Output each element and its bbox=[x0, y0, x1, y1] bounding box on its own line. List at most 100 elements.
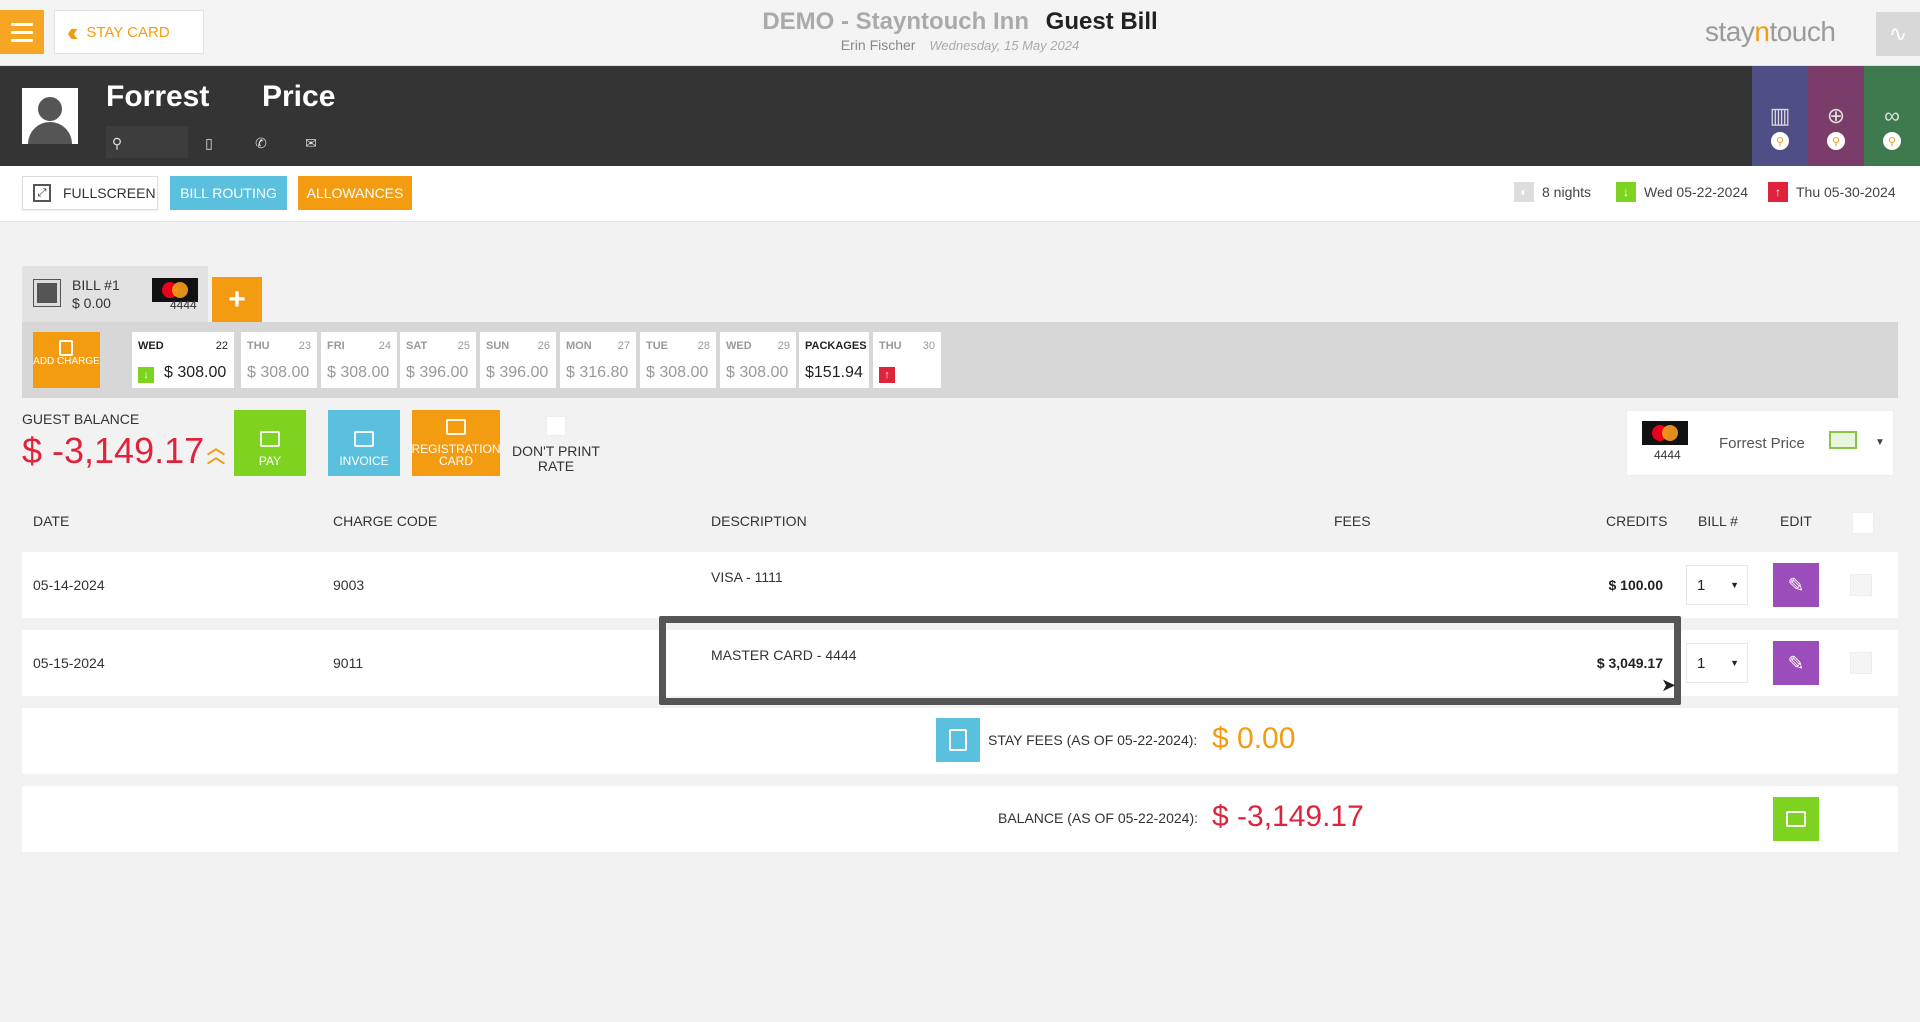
day-number: 25 bbox=[457, 340, 470, 352]
day-number: 26 bbox=[537, 340, 550, 352]
row-description: VISA - 1111 bbox=[711, 569, 783, 585]
mobile-icon[interactable]: ▯ bbox=[198, 132, 220, 154]
edit-button[interactable]: ✎ bbox=[1773, 641, 1819, 685]
chevron-down-icon: ▼ bbox=[1730, 658, 1739, 668]
card-icon bbox=[446, 419, 466, 435]
mouse-cursor-icon: ➤ bbox=[1661, 675, 1677, 695]
user-date-line: Erin Fischer Wednesday, 15 May 2024 bbox=[0, 37, 1920, 53]
day-tue-28[interactable]: TUE 28 $ 308.00 bbox=[640, 332, 716, 388]
col-edit: EDIT bbox=[1780, 513, 1812, 529]
day-mon-27[interactable]: MON 27 $ 316.80 bbox=[560, 332, 636, 388]
pencil-icon: ✎ bbox=[1787, 574, 1805, 597]
day-number: 27 bbox=[617, 340, 630, 352]
day-amount: $ 308.00 bbox=[327, 364, 390, 381]
day-name: THU bbox=[247, 340, 270, 352]
receipt-icon[interactable] bbox=[936, 718, 980, 762]
day-amount: $ 396.00 bbox=[406, 364, 469, 381]
user-name: Erin Fischer bbox=[840, 37, 916, 53]
calculator-icon bbox=[59, 340, 73, 356]
stay-fees-value: $ 0.00 bbox=[1212, 722, 1296, 755]
day-name: WED bbox=[138, 340, 164, 352]
payment-method-select[interactable]: 4444 Forrest Price ▼ bbox=[1626, 410, 1894, 476]
guest-balance-label: GUEST BALANCE bbox=[22, 411, 140, 427]
day-number: 29 bbox=[777, 340, 790, 352]
fullscreen-button[interactable]: ⤢ FULLSCREEN bbox=[22, 176, 158, 210]
brand-logo: stayntouch bbox=[1705, 16, 1836, 47]
pay-button[interactable]: PAY bbox=[234, 410, 306, 476]
allowances-button[interactable]: ALLOWANCES bbox=[298, 176, 412, 210]
mastercard-icon bbox=[1642, 421, 1688, 445]
guest-balance-value: $ -3,149.17 bbox=[22, 430, 205, 471]
chevron-down-icon: ▼ bbox=[1875, 437, 1885, 448]
select-all-checkbox[interactable] bbox=[1852, 512, 1874, 534]
day-name: MON bbox=[566, 340, 592, 352]
add-charge-button[interactable]: ADD CHARGE bbox=[33, 332, 100, 388]
payment-card-holder: Forrest Price bbox=[1719, 435, 1805, 452]
activity-button[interactable]: ∿ bbox=[1876, 12, 1920, 56]
pencil-icon: ✎ bbox=[1787, 652, 1805, 675]
day-thu-23[interactable]: THU 23 $ 308.00 bbox=[241, 332, 317, 388]
departure-arrow-icon: ↑ bbox=[879, 367, 895, 383]
search-icon: ⚲ bbox=[1883, 132, 1901, 150]
day-amount: $ 308.00 bbox=[247, 364, 310, 381]
card-last4: 4444 bbox=[170, 298, 197, 312]
search-icon: ⚲ bbox=[1771, 132, 1789, 150]
email-icon[interactable]: ✉ bbox=[300, 132, 322, 154]
day-amount: $ 396.00 bbox=[486, 364, 549, 381]
day-wed-29[interactable]: WED 29 $ 308.00 bbox=[720, 332, 796, 388]
balance-label: BALANCE (AS OF 05-22-2024): bbox=[998, 810, 1198, 826]
col-date: DATE bbox=[33, 513, 70, 529]
guest-last-name: Price bbox=[262, 80, 336, 113]
day-amount: $ 308.00 bbox=[164, 364, 227, 381]
tile-rewards[interactable]: ∞ ⚲ bbox=[1864, 66, 1920, 166]
stay-fees-label: STAY FEES (AS OF 05-22-2024): bbox=[988, 732, 1198, 748]
location-pin-icon[interactable]: ⚲ bbox=[106, 132, 128, 154]
globe-icon: ⊕ bbox=[1826, 103, 1846, 128]
registration-card-button[interactable]: REGISTRATION CARD bbox=[411, 410, 501, 476]
dont-print-rate-checkbox[interactable] bbox=[546, 416, 566, 436]
day-packages[interactable]: PACKAGES $151.94 bbox=[799, 332, 869, 388]
rings-icon: ∞ bbox=[1884, 103, 1900, 128]
day-name: TUE bbox=[646, 340, 668, 352]
day-thu-30[interactable]: THU 30 ↑ bbox=[873, 332, 941, 388]
day-sun-26[interactable]: SUN 26 $ 396.00 bbox=[480, 332, 556, 388]
arrival-date: ↓ Wed 05-22-2024 bbox=[1616, 182, 1748, 202]
invoice-button[interactable]: INVOICE bbox=[328, 410, 400, 476]
bill-number-select[interactable]: 1 ▼ bbox=[1686, 643, 1748, 683]
bill-tab-amount: $ 0.00 bbox=[72, 295, 111, 311]
day-sat-25[interactable]: SAT 25 $ 396.00 bbox=[400, 332, 476, 388]
guest-first-name: Forrest bbox=[106, 80, 210, 113]
col-charge-code: CHARGE CODE bbox=[333, 513, 438, 529]
day-name: SUN bbox=[486, 340, 510, 352]
bill-routing-button[interactable]: BILL ROUTING bbox=[170, 176, 287, 210]
expand-icon: ⤢ bbox=[33, 184, 51, 202]
edit-button[interactable]: ✎ bbox=[1773, 563, 1819, 607]
row-checkbox[interactable] bbox=[1850, 652, 1872, 674]
day-fri-24[interactable]: FRI 24 $ 308.00 bbox=[321, 332, 397, 388]
bill-number-select[interactable]: 1 ▼ bbox=[1686, 565, 1748, 605]
building-icon: ▥ bbox=[1769, 103, 1791, 128]
departure-arrow-icon: ↑ bbox=[1768, 182, 1788, 202]
row-charge-code: 9011 bbox=[333, 655, 364, 671]
tile-web[interactable]: ⊕ ⚲ bbox=[1808, 66, 1864, 166]
credit-card-icon bbox=[1829, 431, 1857, 449]
bill-tab-1[interactable]: BILL #1 $ 0.00 4444 bbox=[22, 266, 208, 322]
pulse-icon: ∿ bbox=[1888, 21, 1908, 46]
day-name: PACKAGES bbox=[805, 340, 867, 352]
document-icon bbox=[354, 431, 374, 447]
highlight-box bbox=[659, 616, 1681, 705]
phone-icon[interactable]: ✆ bbox=[250, 132, 272, 154]
chevron-up-icon[interactable]: ︿ ︿ bbox=[207, 439, 225, 466]
moon-icon: ◐ bbox=[1514, 182, 1534, 202]
pay-balance-button[interactable] bbox=[1773, 797, 1819, 841]
day-number: 28 bbox=[697, 340, 710, 352]
arrival-arrow-icon: ↓ bbox=[138, 367, 154, 383]
day-wed-22[interactable]: WED 22 ↓ $ 308.00 bbox=[132, 332, 234, 388]
add-bill-button[interactable]: + bbox=[212, 277, 262, 322]
nights-count: ◐ 8 nights bbox=[1514, 182, 1591, 202]
day-name: SAT bbox=[406, 340, 428, 352]
avatar[interactable] bbox=[22, 88, 78, 144]
tile-hotel[interactable]: ▥ ⚲ bbox=[1752, 66, 1808, 166]
row-checkbox[interactable] bbox=[1850, 574, 1872, 596]
col-fees: FEES bbox=[1334, 513, 1371, 529]
